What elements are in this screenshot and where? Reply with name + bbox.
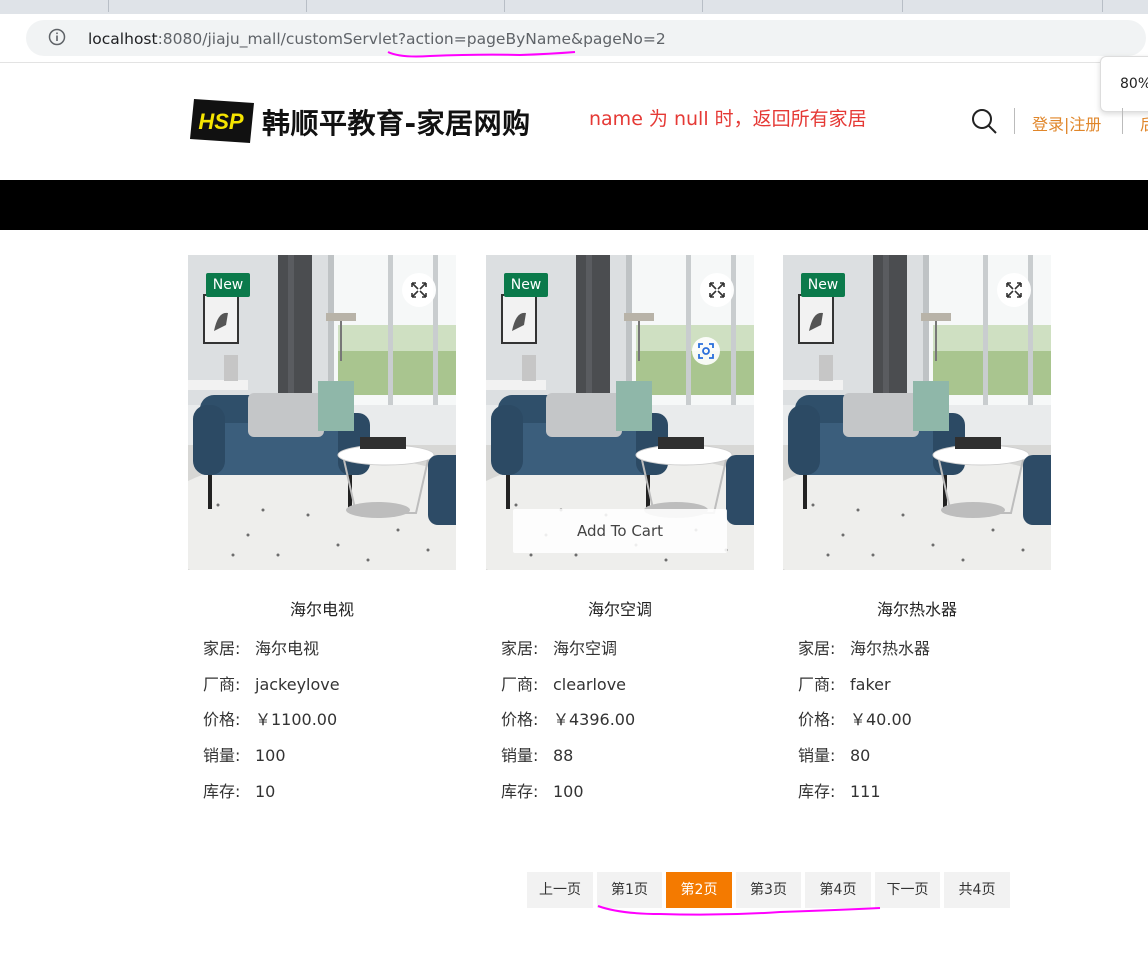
- annotation-underlines: [387, 51, 881, 916]
